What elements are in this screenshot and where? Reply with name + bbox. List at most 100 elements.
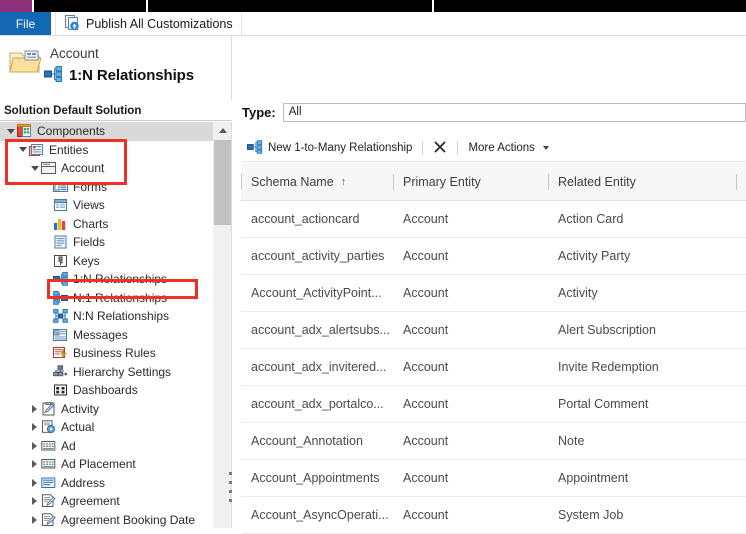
expanded-twisty-icon[interactable]: [4, 128, 17, 134]
tree-item-account[interactable]: Account: [0, 159, 213, 178]
relationship-schema-name: account_adx_alertsubs...: [251, 323, 390, 337]
chevron-down-icon: [542, 146, 549, 150]
relationship-schema-name: account_actioncard: [251, 212, 360, 226]
table-row[interactable]: Account_Annotation Account Note: [241, 423, 746, 460]
splitter-dot: [229, 490, 232, 493]
toolbar-divider: [457, 141, 459, 155]
top-bar-divider: [32, 0, 34, 12]
relationship-schema-name: Account_ActivityPoint...: [251, 286, 382, 300]
relationship-primary-entity: Account: [403, 360, 449, 374]
new-1-to-many-relationship-button[interactable]: New 1-to-Many Relationship: [241, 137, 418, 159]
tree-item-label: Components: [37, 124, 106, 139]
collapsed-twisty-icon[interactable]: [28, 497, 41, 506]
tree-item-address[interactable]: Address: [0, 474, 213, 493]
collapsed-twisty-icon[interactable]: [28, 404, 41, 413]
entities-icon: [29, 143, 45, 157]
table-row[interactable]: Account_ActivityPoint... Account Activity: [241, 275, 746, 312]
charts-icon: [53, 217, 69, 231]
tree-item-fields[interactable]: Fields: [0, 233, 213, 252]
relationship-schema-name: Account_Appointments: [251, 471, 380, 485]
tree-item-business-rules[interactable]: Business Rules: [0, 344, 213, 363]
tree-item-ad[interactable]: Ad: [0, 437, 213, 456]
tree-item-label: N:1 Relationships: [73, 290, 168, 305]
more-actions-button[interactable]: More Actions: [462, 137, 554, 159]
tree-item-keys[interactable]: Keys: [0, 252, 213, 271]
tree-item-label: N:N Relationships: [73, 309, 170, 324]
table-row[interactable]: account_activity_parties Account Activity …: [241, 238, 746, 275]
column-header-schema-name[interactable]: Schema Name ↑: [241, 173, 393, 190]
delete-x-icon: [433, 140, 447, 157]
tree-item-components[interactable]: Components: [0, 122, 213, 141]
views-icon: [53, 198, 69, 212]
tree-scrollbar-thumb[interactable]: [214, 140, 231, 225]
relationship-schema-name: account_activity_parties: [251, 249, 385, 263]
activity-icon: [41, 401, 57, 416]
collapsed-twisty-icon[interactable]: [28, 460, 41, 469]
table-row[interactable]: account_adx_alertsubs... Account Alert Sub…: [241, 312, 746, 349]
table-row[interactable]: Account_Appointments Account Appointment: [241, 460, 746, 497]
solution-label: Solution Default Solution: [0, 101, 232, 121]
column-header-label: Primary Entity: [403, 174, 481, 189]
relationship-related-entity: Portal Comment: [558, 397, 649, 411]
publish-all-customizations-label: Publish All Customizations: [86, 16, 233, 31]
tree-item-hierarchy-settings[interactable]: Hierarchy Settings: [0, 363, 213, 382]
collapsed-twisty-icon[interactable]: [28, 478, 41, 487]
relationship-primary-entity: Account: [403, 323, 449, 337]
relationship-related-entity: Appointment: [558, 471, 629, 485]
dashboards-icon: [53, 383, 69, 397]
page-title-row: 1:N Relationships: [44, 66, 194, 85]
tree-item-activity[interactable]: Activity: [0, 400, 213, 419]
column-header-label: Related Entity: [558, 174, 636, 189]
collapsed-twisty-icon[interactable]: [28, 441, 41, 450]
tree-item-label: Business Rules: [73, 346, 156, 361]
relationship-related-entity: Activity Party: [558, 249, 631, 263]
collapsed-twisty-icon[interactable]: [28, 423, 41, 432]
relationship-primary-entity: Account: [403, 212, 449, 226]
collapsed-twisty-icon[interactable]: [28, 515, 41, 524]
tree-item-entities[interactable]: Entities: [0, 141, 213, 160]
table-row[interactable]: account_adx_invitered... Account Invite Re…: [241, 349, 746, 386]
expanded-twisty-icon[interactable]: [16, 147, 29, 153]
tree-item-agreement[interactable]: Agreement: [0, 492, 213, 511]
publish-all-customizations-button[interactable]: Publish All Customizations: [55, 12, 242, 35]
tree-item-n-1-relationships[interactable]: N:1 Relationships: [0, 289, 213, 308]
tree-item-actual[interactable]: Actual: [0, 418, 213, 437]
tree-item-ad-placement[interactable]: Ad Placement: [0, 455, 213, 474]
business-rules-icon: [53, 346, 69, 360]
table-row[interactable]: Account_AsyncOperati... Account System Job: [241, 497, 746, 534]
hierarchy-icon: [53, 365, 69, 379]
delete-button[interactable]: [427, 137, 453, 159]
column-divider: [393, 173, 394, 190]
brand-accent-strip: [0, 0, 32, 12]
relationship-schema-name: account_adx_portalco...: [251, 397, 384, 411]
tree-item-views[interactable]: Views: [0, 196, 213, 215]
relationship-primary-entity: Account: [403, 286, 449, 300]
tree-scrollbar[interactable]: [213, 122, 231, 528]
tree-item-forms[interactable]: Forms: [0, 178, 213, 197]
tree-item-label: Agreement: [61, 494, 120, 509]
messages-icon: A: [53, 328, 69, 342]
expanded-twisty-icon[interactable]: [28, 165, 41, 171]
table-row[interactable]: account_adx_portalco... Account Portal Com…: [241, 386, 746, 423]
tree-item-1-n-relationships[interactable]: 1:N Relationships: [0, 270, 213, 289]
type-filter-select[interactable]: All: [282, 102, 746, 122]
column-divider: [736, 173, 737, 190]
actual-icon: [41, 420, 57, 434]
tree-item-messages[interactable]: A Messages: [0, 326, 213, 345]
scroll-up-arrow-icon[interactable]: [213, 122, 231, 139]
left-header: Account 1:N Relationships: [0, 36, 232, 100]
components-icon: [17, 124, 33, 138]
splitter-dot: [229, 499, 232, 502]
column-header-trailing: [736, 173, 746, 190]
column-header-primary-entity[interactable]: Primary Entity: [393, 173, 548, 190]
column-header-related-entity[interactable]: Related Entity: [548, 173, 736, 190]
table-row[interactable]: account_actioncard Account Action Card: [241, 201, 746, 238]
tree-item-label: Address: [61, 475, 106, 490]
tree-item-dashboards[interactable]: Dashboards: [0, 381, 213, 400]
tree-item-charts[interactable]: Charts: [0, 215, 213, 234]
agreement-icon: [41, 494, 57, 508]
file-tab[interactable]: File: [0, 12, 51, 35]
tree-item-n-n-relationships[interactable]: N:N Relationships: [0, 307, 213, 326]
relationship-related-entity: Note: [558, 434, 585, 448]
tree-item-agreement-booking-date[interactable]: Agreement Booking Date: [0, 511, 213, 529]
